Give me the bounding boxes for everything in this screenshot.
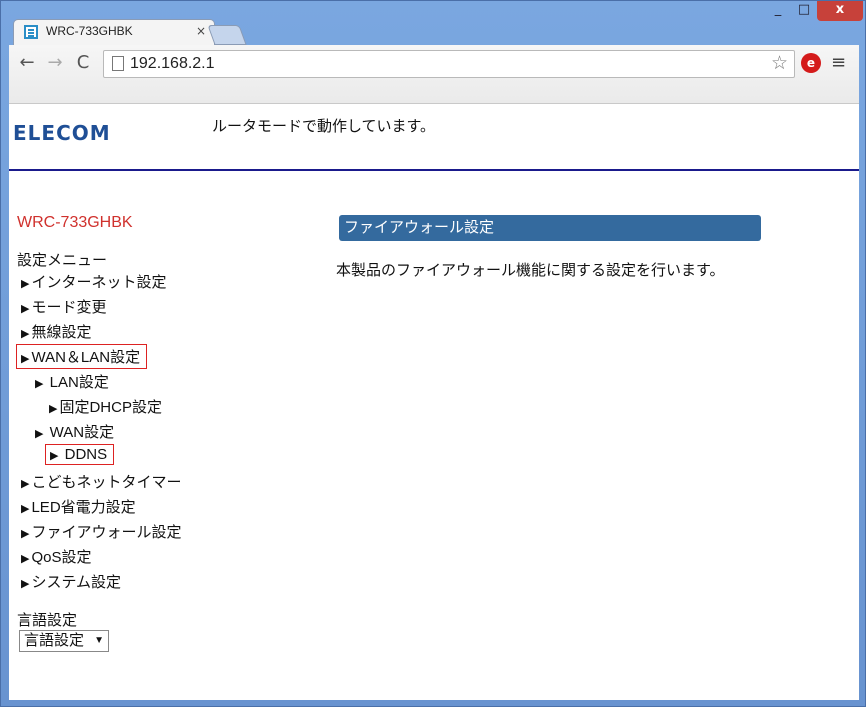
menu-item-kids-net-timer[interactable]: ▶ こどもネットタイマー — [21, 471, 181, 492]
reload-icon[interactable]: C — [71, 51, 95, 75]
triangle-icon: ▶ — [21, 353, 30, 365]
page-content: ELECOM ルータモードで動作しています。 WRC-733GHBK 設定メニュ… — [9, 104, 859, 700]
device-name: WRC-733GHBK — [17, 214, 133, 231]
triangle-icon: ▶ — [35, 428, 44, 440]
triangle-icon: ▶ — [35, 378, 44, 390]
language-heading: 言語設定 — [17, 612, 78, 629]
menu-item-label: LED省電力設定 — [31, 499, 136, 516]
menu-heading: 設定メニュー — [17, 252, 108, 269]
menu-item-label: QoS設定 — [31, 549, 92, 566]
menu-item-label: WAN＆LAN設定 — [31, 349, 141, 366]
language-select[interactable]: 言語設定 ▼ — [19, 630, 109, 652]
header-divider — [9, 169, 859, 171]
close-window-button[interactable]: x — [817, 1, 863, 21]
forward-arrow-icon[interactable]: → — [43, 51, 67, 75]
menu-item-wireless-settings[interactable]: ▶ 無線設定 — [21, 321, 91, 342]
menu-item-wan-lan-settings[interactable]: ▶ WAN＆LAN設定 — [16, 344, 148, 369]
menu-item-lan-settings[interactable]: ▶ LAN設定 — [35, 371, 109, 392]
menu-item-static-dhcp-settings[interactable]: ▶ 固定DHCP設定 — [49, 396, 162, 417]
browser-tab[interactable]: WRC-733GHBK × — [13, 19, 215, 46]
extension-icon[interactable]: e — [801, 53, 821, 73]
maximize-button[interactable]: □ — [791, 1, 817, 21]
menu-item-internet-settings[interactable]: ▶ インターネット設定 — [21, 271, 166, 292]
favicon-icon — [24, 25, 38, 39]
back-arrow-icon[interactable]: ← — [15, 51, 39, 75]
triangle-icon: ▶ — [50, 450, 59, 462]
tab-title: WRC-733GHBK — [46, 24, 133, 38]
triangle-icon: ▶ — [21, 553, 30, 565]
tab-close-icon[interactable]: × — [196, 24, 206, 38]
triangle-icon: ▶ — [21, 503, 30, 515]
new-tab-button[interactable] — [207, 25, 247, 45]
menu-item-label: 固定DHCP設定 — [59, 399, 162, 416]
url-text[interactable]: 192.168.2.1 — [130, 55, 215, 73]
page-icon — [112, 56, 124, 71]
triangle-icon: ▶ — [49, 403, 58, 415]
section-title: ファイアウォール設定 — [339, 215, 761, 241]
menu-item-system-settings[interactable]: ▶ システム設定 — [21, 571, 121, 592]
menu-item-label: ファイアウォール設定 — [31, 524, 182, 541]
menu-item-label: こどもネットタイマー — [31, 474, 182, 491]
browser-toolbar: ← → C 192.168.2.1 ☆ e ≡ — [9, 45, 859, 104]
menu-item-label: WAN設定 — [49, 424, 115, 441]
browser-menu-icon[interactable]: ≡ — [831, 52, 846, 73]
triangle-icon: ▶ — [21, 578, 30, 590]
section-description: 本製品のファイアウォール機能に関する設定を行います。 — [336, 262, 725, 279]
elecom-logo: ELECOM — [13, 121, 111, 145]
triangle-icon: ▶ — [21, 478, 30, 490]
menu-item-led-power-saving[interactable]: ▶ LED省電力設定 — [21, 496, 136, 517]
menu-item-label: モード変更 — [31, 299, 107, 316]
menu-item-label: システム設定 — [31, 574, 122, 591]
menu-item-label: DDNS — [64, 446, 108, 463]
triangle-icon: ▶ — [21, 278, 30, 290]
triangle-icon: ▶ — [21, 528, 30, 540]
tab-strip: WRC-733GHBK × _ □ x — [1, 1, 866, 46]
triangle-icon: ▶ — [21, 328, 30, 340]
dropdown-arrow-icon: ▼ — [94, 635, 104, 646]
language-select-value: 言語設定 — [24, 632, 85, 649]
menu-item-wan-settings[interactable]: ▶ WAN設定 — [35, 421, 114, 442]
bookmark-star-icon[interactable]: ☆ — [771, 52, 788, 74]
menu-item-ddns[interactable]: ▶ DDNS — [45, 444, 115, 465]
menu-item-qos-settings[interactable]: ▶ QoS設定 — [21, 546, 91, 567]
address-bar[interactable]: 192.168.2.1 ☆ — [103, 50, 795, 78]
menu-item-label: 無線設定 — [31, 324, 92, 341]
menu-item-label: インターネット設定 — [31, 274, 167, 291]
menu-item-label: LAN設定 — [49, 374, 109, 391]
menu-item-firewall-settings[interactable]: ▶ ファイアウォール設定 — [21, 521, 181, 542]
minimize-button[interactable]: _ — [765, 1, 791, 21]
triangle-icon: ▶ — [21, 303, 30, 315]
mode-status-text: ルータモードで動作しています。 — [212, 118, 436, 135]
browser-window: WRC-733GHBK × _ □ x ← → C 192.168.2.1 ☆ … — [0, 0, 866, 707]
menu-item-mode-change[interactable]: ▶ モード変更 — [21, 296, 106, 317]
